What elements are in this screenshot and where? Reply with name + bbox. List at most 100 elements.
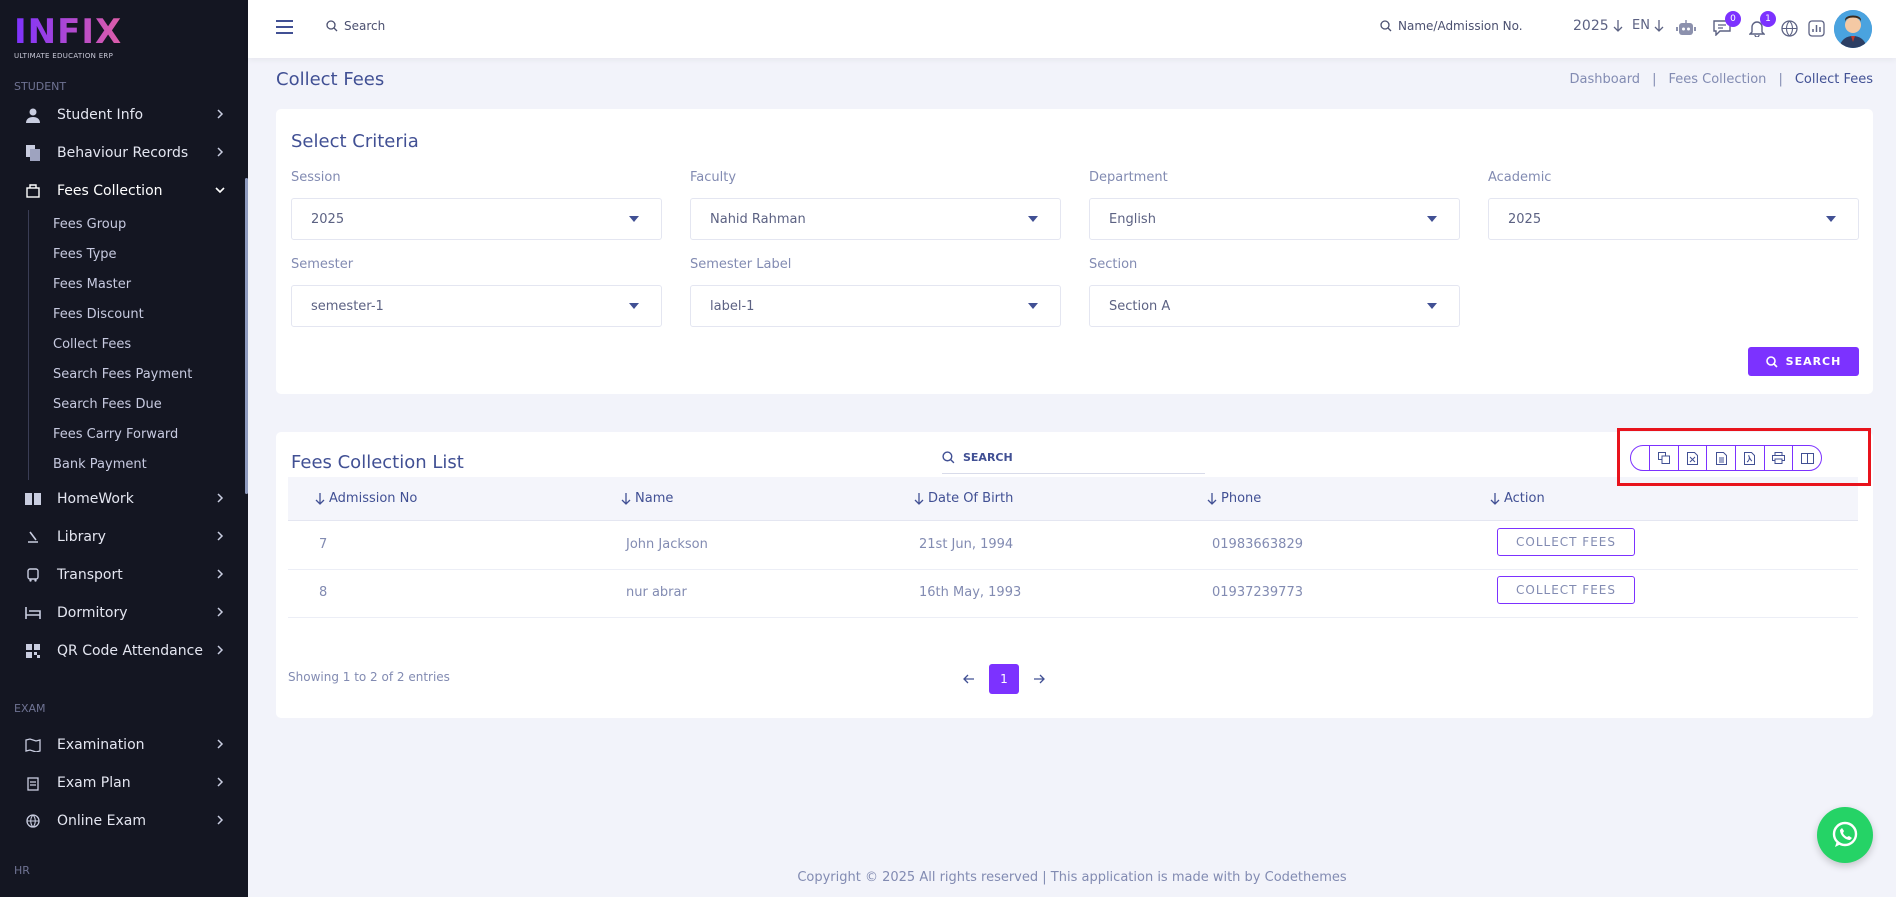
department-select[interactable]: English <box>1089 198 1460 240</box>
sidebar-item-exam-plan[interactable]: Exam Plan <box>0 764 248 802</box>
user-avatar[interactable] <box>1834 10 1872 48</box>
sidebar-item-behaviour-records[interactable]: Behaviour Records <box>0 134 248 172</box>
year-selector[interactable]: 2025 <box>1573 18 1623 34</box>
language-selector[interactable]: EN <box>1632 18 1664 33</box>
session-select[interactable]: 2025 <box>291 198 662 240</box>
search-icon <box>942 451 955 464</box>
semester-label-value: label-1 <box>710 298 755 314</box>
caret-down-icon <box>1427 216 1437 222</box>
sidebar-item-label: Student Info <box>57 107 144 123</box>
sidebar-subitem-fees-carry-forward[interactable]: Fees Carry Forward <box>29 420 248 450</box>
chevron-right-icon <box>217 739 224 749</box>
column-header-action[interactable]: Action <box>1490 491 1545 506</box>
session-label: Session <box>291 170 341 185</box>
semester-select[interactable]: semester-1 <box>291 285 662 327</box>
cell-phone: 01937239773 <box>1212 585 1303 600</box>
global-search[interactable]: Search <box>326 19 385 33</box>
breadcrumb-fees-collection[interactable]: Fees Collection <box>1668 72 1766 87</box>
semester-value: semester-1 <box>311 298 384 314</box>
page-number-current[interactable]: 1 <box>989 664 1019 694</box>
sidebar-item-label: HomeWork <box>57 491 134 507</box>
academic-label: Academic <box>1488 170 1552 185</box>
section-select[interactable]: Section A <box>1089 285 1460 327</box>
sidebar-scrollbar[interactable] <box>245 178 248 494</box>
faculty-label: Faculty <box>690 170 737 185</box>
entries-info: Showing 1 to 2 of 2 entries <box>288 670 450 684</box>
sidebar-subitem-collect-fees[interactable]: Collect Fees <box>29 330 248 360</box>
chevron-right-icon <box>217 607 224 617</box>
criteria-search-button[interactable]: SEARCH <box>1748 347 1859 376</box>
chevron-right-icon <box>217 493 224 503</box>
caret-down-icon <box>1826 216 1836 222</box>
sidebar-subitem-fees-master[interactable]: Fees Master <box>29 270 248 300</box>
academic-select[interactable]: 2025 <box>1488 198 1859 240</box>
admission-search[interactable]: Name/Admission No. <box>1380 19 1523 33</box>
faculty-select[interactable]: Nahid Rahman <box>690 198 1061 240</box>
breadcrumb-separator: | <box>1652 72 1657 87</box>
semester-label-label: Semester Label <box>690 257 792 272</box>
robot-icon[interactable] <box>1675 17 1697 39</box>
pagination: 1 <box>963 664 1045 694</box>
sort-arrow-icon <box>1207 492 1217 505</box>
chevron-right-icon <box>217 815 224 825</box>
collect-fees-button[interactable]: COLLECT FEES <box>1497 576 1635 604</box>
sidebar-item-dormitory[interactable]: Dormitory <box>0 594 248 632</box>
list-search-input[interactable]: SEARCH <box>942 442 1205 474</box>
sidebar-item-fees-collection[interactable]: Fees Collection <box>0 172 248 210</box>
column-header-dob[interactable]: Date Of Birth <box>914 491 1013 506</box>
sidebar-subitem-fees-type[interactable]: Fees Type <box>29 240 248 270</box>
sidebar-item-student-info[interactable]: Student Info <box>0 96 248 134</box>
sidebar-item-label: Online Exam <box>57 813 146 829</box>
chevron-right-icon <box>217 109 224 119</box>
column-header-name[interactable]: Name <box>621 491 673 506</box>
chevron-down-icon <box>215 187 225 194</box>
collect-fees-button[interactable]: COLLECT FEES <box>1497 528 1635 556</box>
hamburger-menu-icon[interactable] <box>276 20 293 34</box>
chevron-right-icon <box>217 645 224 655</box>
next-page-icon[interactable] <box>1033 673 1045 685</box>
user-icon <box>24 106 42 124</box>
globe-icon[interactable] <box>1778 17 1800 39</box>
chat-icon[interactable]: 0 <box>1711 11 1741 39</box>
chat-badge: 0 <box>1725 11 1741 27</box>
sidebar-item-homework[interactable]: HomeWork <box>0 480 248 518</box>
bell-icon[interactable]: 1 <box>1746 11 1776 39</box>
brand[interactable]: INFIX ULTIMATE EDUCATION ERP <box>0 0 248 70</box>
sidebar-item-library[interactable]: Library <box>0 518 248 556</box>
map-icon <box>24 736 42 754</box>
breadcrumb-dashboard[interactable]: Dashboard <box>1570 72 1641 87</box>
sidebar-subitem-search-fees-due[interactable]: Search Fees Due <box>29 390 248 420</box>
sidebar-item-transport[interactable]: Transport <box>0 556 248 594</box>
sidebar-subitem-fees-group[interactable]: Fees Group <box>29 210 248 240</box>
column-label: Action <box>1504 491 1545 506</box>
sidebar-item-label: Exam Plan <box>57 775 131 791</box>
column-header-admission[interactable]: Admission No <box>315 491 417 506</box>
select-criteria-card: Select Criteria Session 2025 Faculty Nah… <box>276 109 1873 394</box>
footer-copyright: Copyright © 2025 All rights reserved | T… <box>797 870 1347 885</box>
qr-icon <box>24 642 42 660</box>
search-icon <box>1380 20 1392 32</box>
year-value: 2025 <box>1573 18 1609 34</box>
sidebar-subitem-bank-payment[interactable]: Bank Payment <box>29 450 248 480</box>
bed-icon <box>24 604 42 622</box>
sort-arrow-icon <box>914 492 924 505</box>
sidebar-item-label: Library <box>57 529 106 545</box>
report-icon[interactable] <box>1805 17 1827 39</box>
whatsapp-button[interactable] <box>1817 807 1873 863</box>
semester-label-select[interactable]: label-1 <box>690 285 1061 327</box>
sidebar-subitem-search-fees-payment[interactable]: Search Fees Payment <box>29 360 248 390</box>
admission-search-label: Name/Admission No. <box>1398 19 1523 33</box>
prev-page-icon[interactable] <box>963 673 975 685</box>
sidebar-item-examination[interactable]: Examination <box>0 726 248 764</box>
column-label: Phone <box>1221 491 1262 506</box>
column-label: Admission No <box>329 491 418 506</box>
column-label: Name <box>635 491 674 506</box>
column-header-phone[interactable]: Phone <box>1207 491 1261 506</box>
cell-dob: 16th May, 1993 <box>919 585 1022 600</box>
sidebar-item-online-exam[interactable]: Online Exam <box>0 802 248 840</box>
topbar: Search Name/Admission No. 2025 EN 0 1 <box>248 0 1896 58</box>
notification-badge: 1 <box>1760 11 1776 27</box>
caret-down-icon <box>1427 303 1437 309</box>
sidebar-subitem-fees-discount[interactable]: Fees Discount <box>29 300 248 330</box>
sidebar-item-qr-code-attendance[interactable]: QR Code Attendance <box>0 632 248 670</box>
